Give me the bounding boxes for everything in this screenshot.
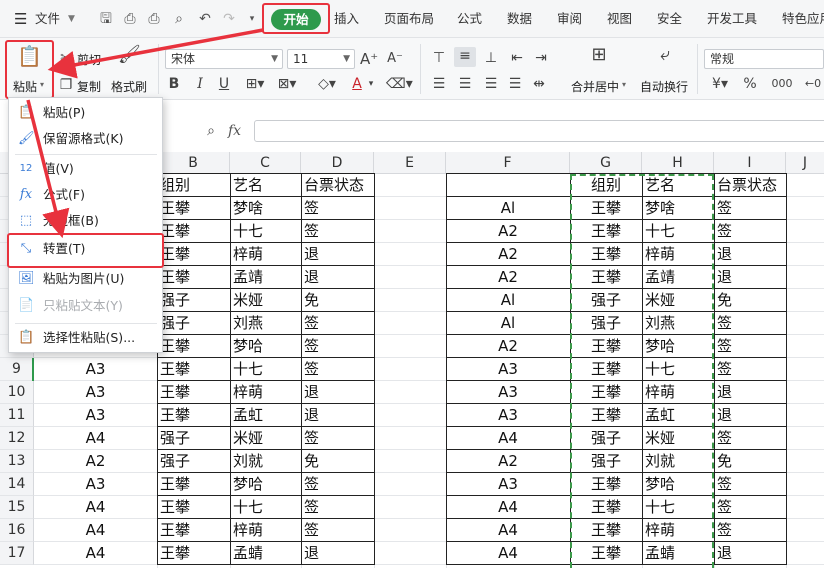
arrow-paste-to-transpose bbox=[26, 99, 70, 239]
annotation-arrows bbox=[26, 28, 264, 239]
arrow-home-to-paste bbox=[47, 28, 264, 79]
